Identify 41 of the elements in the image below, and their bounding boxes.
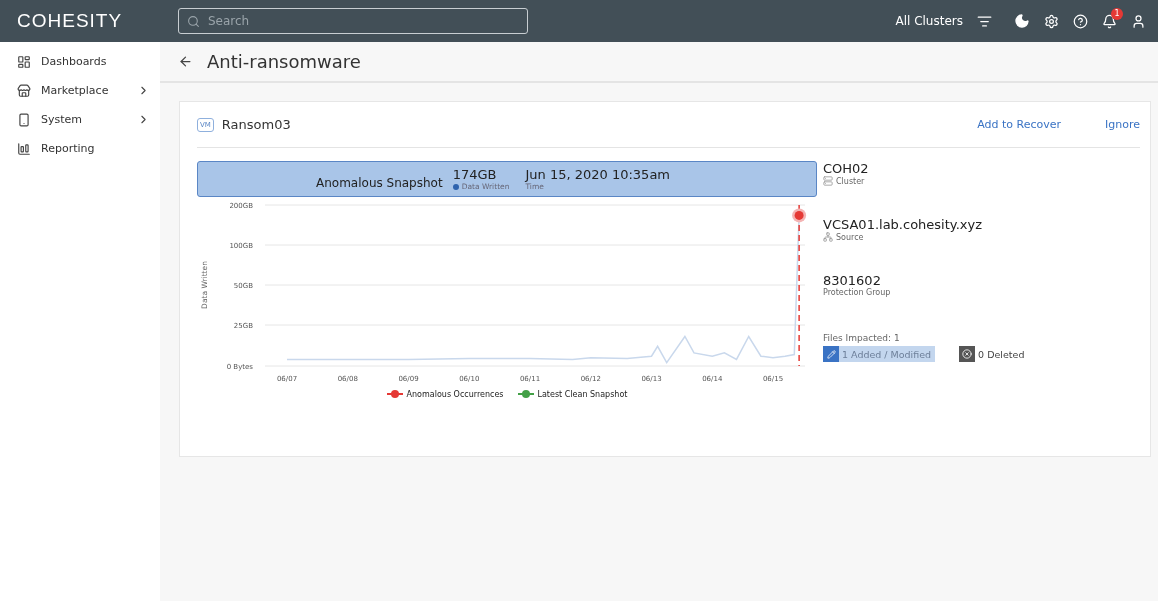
cluster-filter[interactable]: All Clusters (895, 14, 963, 28)
detail-label: Cluster (823, 176, 1029, 186)
page-title: Anti-ransomware (207, 51, 361, 72)
file-change-count: 0 Deleted (959, 346, 1029, 362)
data-written-value: 174GB (452, 167, 497, 182)
help-icon[interactable] (1073, 13, 1088, 29)
object-name: Ransom03 (221, 117, 291, 132)
grid-icon (17, 54, 31, 69)
action-link[interactable]: Add to Recover (977, 118, 1061, 131)
detail-value: COH02 (823, 161, 870, 176)
phone-icon (17, 112, 31, 127)
server-icon (823, 176, 833, 186)
filter-icon[interactable] (977, 13, 992, 29)
sidebar-item[interactable]: System (0, 105, 160, 134)
bar-chart-icon (17, 141, 31, 156)
detail-value: 8301602 (823, 273, 882, 288)
detail-value: VCSA01.lab.cohesity.xyz (823, 217, 983, 232)
sidebar-item[interactable]: Dashboards (0, 47, 160, 76)
sidebar-item[interactable]: Marketplace (0, 76, 160, 105)
search-icon (187, 14, 200, 28)
banner-title: Anomalous Snapshot (316, 176, 443, 190)
logo[interactable]: COHESITY (17, 10, 178, 32)
user-icon[interactable] (1131, 13, 1146, 29)
legend-item[interactable]: Anomalous Occurrences (386, 389, 504, 399)
moon-icon[interactable] (1014, 13, 1030, 29)
network-icon (823, 232, 833, 242)
detail-label: Source (823, 232, 1029, 242)
notification-badge: 1 (1111, 7, 1123, 20)
files-impacted: Files Impacted: 1 (823, 333, 901, 343)
detail-label: Protection Group (823, 288, 892, 297)
bell-icon[interactable] (1102, 13, 1117, 29)
dot-icon (452, 183, 459, 190)
action-link[interactable]: Ignore (1105, 118, 1140, 131)
store-icon (17, 83, 31, 98)
legend-item[interactable]: Latest Clean Snapshot (517, 389, 628, 399)
back-icon[interactable] (178, 54, 193, 69)
pencil-icon (823, 346, 839, 362)
sidebar-item[interactable]: Reporting (0, 134, 160, 163)
settings-icon[interactable] (1044, 13, 1059, 29)
file-change-count: 1 Added / Modified (823, 346, 936, 362)
time-value: Jun 15, 2020 10:35am (525, 167, 670, 182)
